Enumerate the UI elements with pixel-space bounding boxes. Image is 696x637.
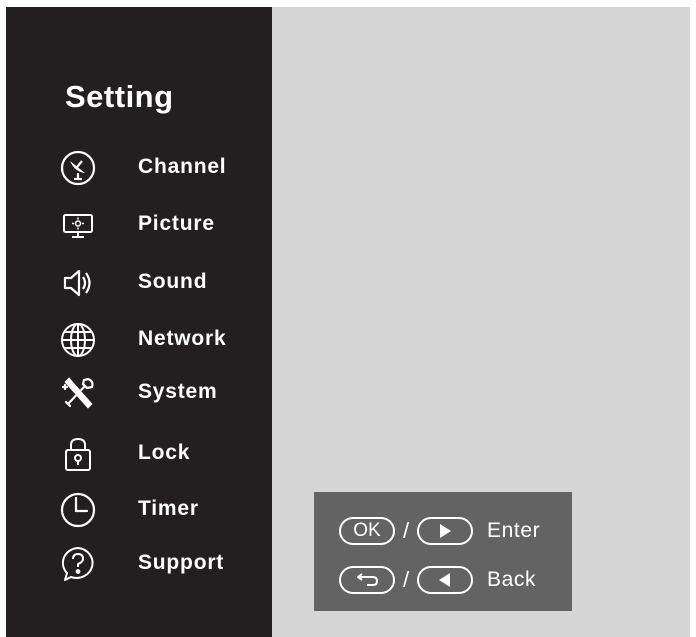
return-button[interactable] — [339, 566, 395, 594]
return-arrow-icon — [357, 573, 379, 586]
hint-separator: / — [403, 518, 410, 543]
menu-item-network[interactable]: Network — [58, 318, 268, 362]
left-arrow-button[interactable] — [417, 566, 473, 594]
menu-item-support[interactable]: Support — [58, 542, 268, 586]
right-arrow-icon — [440, 524, 451, 538]
tv-screen: Setting Channel Picture Sound Network Sy… — [6, 7, 690, 637]
menu-item-timer[interactable]: Timer — [58, 488, 268, 532]
satellite-dish-icon — [58, 148, 98, 188]
tools-icon — [58, 373, 98, 413]
settings-title: Setting — [65, 79, 174, 114]
menu-label-timer: Timer — [138, 497, 199, 520]
left-arrow-icon — [439, 573, 450, 587]
speaker-icon — [58, 263, 98, 303]
back-label: Back — [487, 568, 537, 591]
menu-label-support: Support — [138, 551, 225, 574]
menu-label-network: Network — [138, 327, 227, 350]
padlock-icon — [58, 434, 98, 474]
right-arrow-button[interactable] — [417, 517, 473, 545]
menu-item-channel[interactable]: Channel — [58, 146, 268, 190]
menu-label-system: System — [138, 380, 218, 403]
clock-icon — [58, 490, 98, 530]
ok-button[interactable]: OK — [339, 517, 395, 545]
question-bubble-icon — [58, 544, 98, 584]
hint-separator-back: / — [403, 567, 410, 592]
menu-item-lock[interactable]: Lock — [58, 432, 268, 476]
menu-label-picture: Picture — [138, 212, 215, 235]
settings-sidebar: Setting Channel Picture Sound Network Sy… — [6, 7, 272, 637]
enter-label: Enter — [487, 519, 541, 542]
key-hint-panel: OK / Enter / Back — [314, 492, 572, 611]
back-hint: / Back — [339, 566, 569, 596]
enter-hint: OK / Enter — [339, 517, 569, 547]
globe-icon — [58, 320, 98, 360]
menu-label-sound: Sound — [138, 270, 208, 293]
menu-label-channel: Channel — [138, 155, 227, 178]
menu-item-sound[interactable]: Sound — [58, 261, 268, 305]
monitor-icon — [58, 205, 98, 245]
menu-label-lock: Lock — [138, 441, 191, 464]
menu-item-system[interactable]: System — [58, 371, 268, 415]
menu-item-picture[interactable]: Picture — [58, 203, 268, 247]
